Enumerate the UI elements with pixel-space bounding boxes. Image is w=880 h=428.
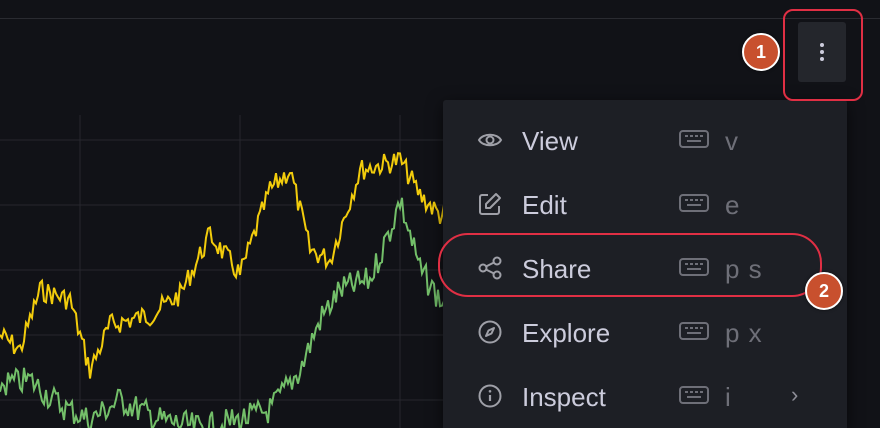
menu-item-inspect[interactable]: Inspect i › bbox=[443, 370, 847, 420]
panel-top-border bbox=[0, 18, 880, 19]
shortcut-text: i bbox=[725, 382, 732, 412]
chevron-right-icon: › bbox=[791, 382, 799, 407]
menu-item-explore[interactable]: Explore p x bbox=[443, 306, 847, 356]
menu-item-label: Explore bbox=[522, 318, 611, 348]
shortcut-text: p x bbox=[725, 318, 763, 348]
timeseries-chart bbox=[0, 115, 460, 428]
info-icon bbox=[478, 384, 502, 408]
keyboard-icon bbox=[679, 386, 709, 404]
eye-icon bbox=[477, 133, 503, 147]
step-badge-2: 2 bbox=[805, 272, 843, 310]
menu-item-share[interactable]: Share p s bbox=[443, 242, 847, 292]
menu-item-view[interactable]: View v bbox=[443, 114, 847, 164]
share-icon bbox=[478, 256, 502, 280]
panel-menu-button[interactable] bbox=[798, 22, 846, 82]
menu-item-label: Inspect bbox=[522, 382, 606, 412]
kebab-menu-icon bbox=[820, 40, 824, 64]
chart-grid bbox=[0, 115, 460, 428]
edit-icon bbox=[479, 193, 501, 215]
menu-item-label: Share bbox=[522, 254, 592, 284]
shortcut-text: p s bbox=[725, 254, 763, 284]
keyboard-icon bbox=[679, 194, 709, 212]
series-line-yellow bbox=[0, 152, 460, 379]
shortcut-text: v bbox=[725, 126, 739, 156]
keyboard-icon bbox=[679, 130, 709, 148]
menu-item-label: View bbox=[522, 126, 578, 156]
keyboard-icon bbox=[679, 258, 709, 276]
menu-item-edit[interactable]: Edit e bbox=[443, 178, 847, 228]
step-badge-1: 1 bbox=[742, 33, 780, 71]
panel-menu-dropdown: View v Edit e Share p s Explore p x Insp… bbox=[443, 100, 847, 428]
shortcut-text: e bbox=[725, 190, 741, 220]
series-line-green bbox=[0, 197, 460, 428]
keyboard-icon bbox=[679, 322, 709, 340]
menu-item-label: Edit bbox=[522, 190, 567, 220]
compass-icon bbox=[478, 320, 502, 344]
